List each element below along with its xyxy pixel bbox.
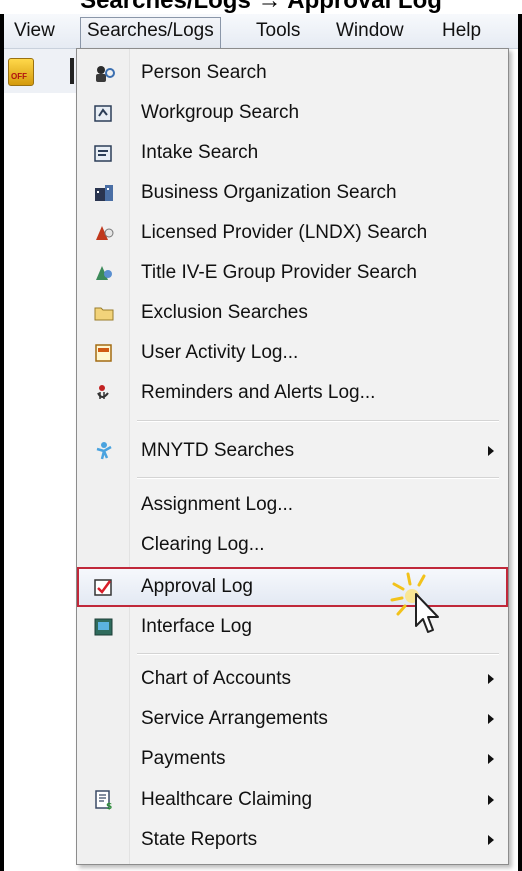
menu-item-label: Licensed Provider (LNDX) Search xyxy=(141,222,428,243)
toolbar-separator xyxy=(70,58,74,84)
group-provider-icon xyxy=(96,266,112,280)
business-org-icon xyxy=(95,185,113,201)
menu-item-label: Business Organization Search xyxy=(141,182,397,203)
intake-search-icon xyxy=(94,145,112,162)
menu-item-chart-of-accounts[interactable]: Chart of Accounts xyxy=(77,661,508,697)
menu-item-label: User Activity Log... xyxy=(141,342,299,363)
mnytd-person-icon xyxy=(96,442,112,460)
menu-item-workgroup-search[interactable]: Workgroup Search xyxy=(77,95,508,131)
submenu-arrow-icon xyxy=(488,835,494,845)
menu-item-label: Interface Log xyxy=(141,616,252,637)
frame-border-right xyxy=(518,14,522,871)
menu-item-healthcare-claiming[interactable]: $ Healthcare Claiming xyxy=(77,782,508,818)
menu-view[interactable]: View xyxy=(8,18,61,44)
menu-item-label: Intake Search xyxy=(141,142,259,163)
title-banner-text: Searches/Logs → Approval Log xyxy=(80,0,442,14)
menu-item-label: Clearing Log... xyxy=(141,534,265,555)
menu-item-label: Exclusion Searches xyxy=(141,302,308,323)
menu-item-group-provider-search[interactable]: Title IV-E Group Provider Search xyxy=(77,255,508,291)
menu-item-licensed-provider-search[interactable]: Licensed Provider (LNDX) Search xyxy=(77,215,508,251)
key-off-label: OFF xyxy=(11,72,27,81)
submenu-arrow-icon xyxy=(488,795,494,805)
workgroup-search-icon xyxy=(94,105,112,122)
menu-separator xyxy=(137,477,499,479)
submenu-arrow-icon xyxy=(488,754,494,764)
menu-separator xyxy=(137,420,499,422)
alert-icon xyxy=(97,385,109,399)
title-banner: Searches/Logs → Approval Log xyxy=(0,0,522,14)
interface-log-icon xyxy=(94,618,113,636)
menu-item-assignment-log[interactable]: Assignment Log... xyxy=(77,487,508,523)
submenu-arrow-icon xyxy=(488,674,494,684)
frame-border-left xyxy=(0,14,4,871)
menu-tools[interactable]: Tools xyxy=(250,18,306,44)
searches-logs-dropdown: Person Search Workgroup Search Intake Se… xyxy=(76,48,509,865)
key-off-button[interactable]: OFF xyxy=(8,58,34,86)
approval-check-icon xyxy=(94,579,112,596)
menu-item-service-arrangements[interactable]: Service Arrangements xyxy=(77,701,508,737)
menu-item-label: Workgroup Search xyxy=(141,102,300,123)
menu-bar: View Searches/Logs Tools Window Help xyxy=(4,14,518,49)
folder-icon xyxy=(94,307,114,321)
menu-item-user-activity-log[interactable]: User Activity Log... xyxy=(77,335,508,371)
menu-item-label: State Reports xyxy=(141,829,258,850)
menu-item-label: MNYTD Searches xyxy=(141,440,295,461)
person-search-icon xyxy=(96,66,115,82)
menu-item-business-org-search[interactable]: Business Organization Search xyxy=(77,175,508,211)
menu-item-label: Title IV-E Group Provider Search xyxy=(141,262,417,283)
menu-item-label: Assignment Log... xyxy=(141,494,294,515)
menu-item-state-reports[interactable]: State Reports xyxy=(77,822,508,858)
menu-item-person-search[interactable]: Person Search xyxy=(77,55,508,91)
menu-item-label: Approval Log xyxy=(141,576,253,597)
menu-item-reminders-alerts-log[interactable]: Reminders and Alerts Log... xyxy=(77,375,508,411)
menu-separator xyxy=(137,653,499,655)
menu-window[interactable]: Window xyxy=(330,18,410,44)
menu-item-label: Service Arrangements xyxy=(141,708,328,729)
log-icon xyxy=(95,344,112,362)
menu-item-label: Reminders and Alerts Log... xyxy=(141,382,376,403)
licensed-provider-icon xyxy=(96,226,114,240)
menu-searches-logs[interactable]: Searches/Logs xyxy=(80,17,221,49)
menu-item-label: Person Search xyxy=(141,62,267,83)
menu-item-payments[interactable]: Payments xyxy=(77,741,508,777)
menu-item-exclusion-searches[interactable]: Exclusion Searches xyxy=(77,295,508,331)
menu-item-intake-search[interactable]: Intake Search xyxy=(77,135,508,171)
menu-item-label: Payments xyxy=(141,748,226,769)
submenu-arrow-icon xyxy=(488,446,494,456)
menu-item-mnytd-searches[interactable]: MNYTD Searches xyxy=(77,433,508,469)
menu-item-label: Healthcare Claiming xyxy=(141,789,313,810)
healthcare-document-icon: $ xyxy=(95,790,112,810)
submenu-arrow-icon xyxy=(488,714,494,724)
svg-text:$: $ xyxy=(106,802,112,810)
menu-help[interactable]: Help xyxy=(436,18,487,44)
menu-item-label: Chart of Accounts xyxy=(141,668,291,689)
mouse-pointer-icon xyxy=(388,570,458,640)
menu-item-clearing-log[interactable]: Clearing Log... xyxy=(77,527,508,563)
